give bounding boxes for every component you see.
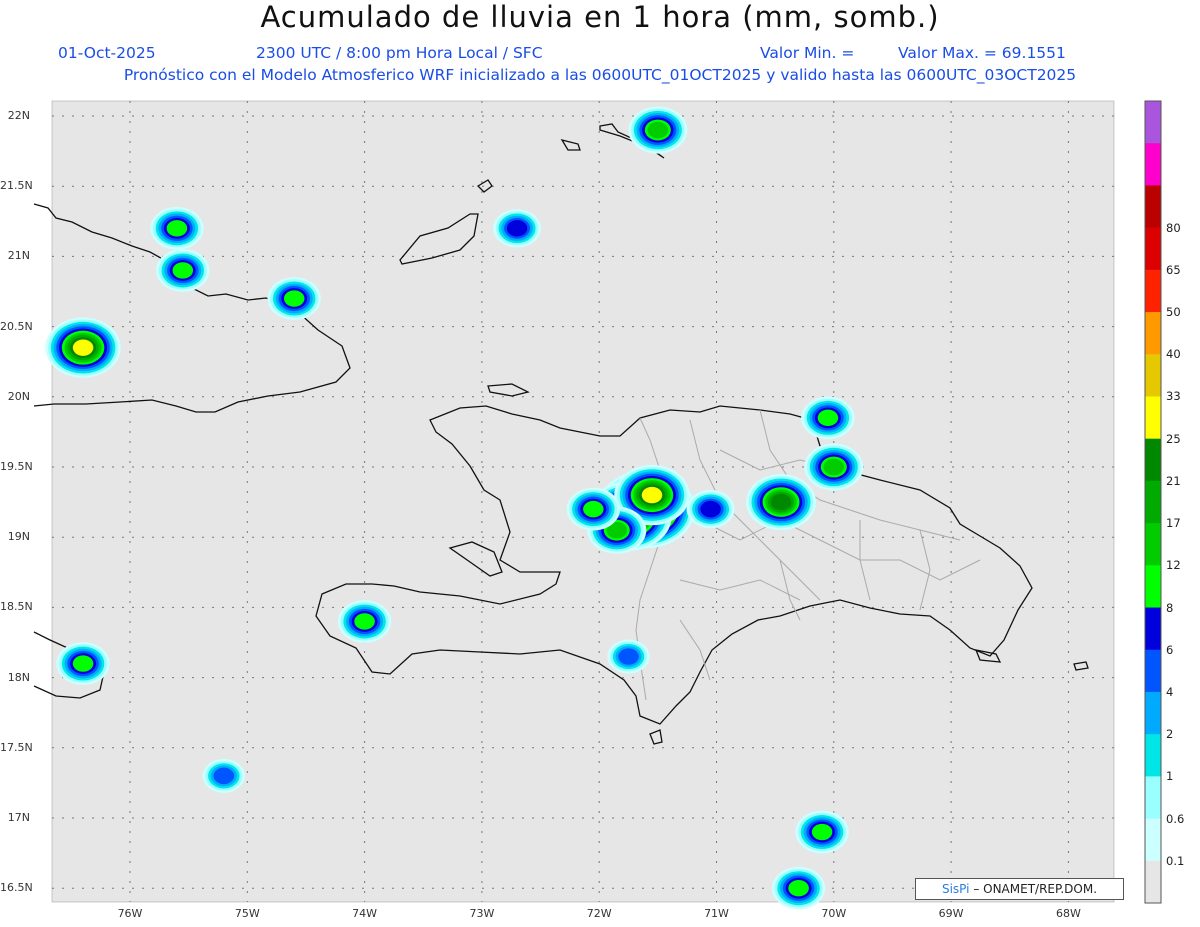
rain-cell-contour [770,493,792,511]
credit-text: – ONAMET/REP.DOM. [973,882,1098,896]
lon-label: 70W [821,907,847,920]
rain-cell-contour [354,613,375,630]
lat-label: 17N [7,811,30,824]
colorbar-label: 1 [1166,769,1174,784]
colorbar-label: 65 [1166,262,1181,277]
colorbar-swatch [1145,776,1161,820]
colorbar-label: 0.1 [1166,853,1185,868]
lat-label: 16.5N [0,881,33,895]
rain-cell-contour [172,262,194,279]
colorbar [1144,100,1162,904]
rain-cell-contour [166,220,188,237]
colorbar-label: 0.6 [1166,811,1185,826]
colorbar-label: 17 [1166,516,1181,531]
lat-label: 20N [7,389,30,403]
colorbar-label: 25 [1166,431,1181,446]
rain-cell-contour [788,880,809,897]
colorbar-label: 12 [1166,558,1181,573]
colorbar-swatch [1145,818,1161,862]
rain-cell-contour [823,458,845,476]
lat-label: 17.5N [0,740,33,754]
rain-cell-contour [213,767,235,785]
rain-cell-contour [506,220,528,237]
colorbar-swatch [1145,269,1161,313]
colorbar-swatch [1145,312,1161,355]
lat-label: 19.5N [0,460,33,473]
colorbar-swatch [1145,227,1161,271]
lon-label: 69W [938,907,964,920]
lon-label: 76W [117,907,143,920]
colorbar-label: 80 [1166,220,1181,235]
lon-label: 68W [1055,907,1081,920]
colorbar-swatch [1145,480,1161,524]
colorbar-swatch [1145,691,1161,735]
colorbar-swatch [1145,734,1161,777]
lon-label: 71W [704,907,729,920]
colorbar-swatch [1145,565,1161,609]
rain-cell-contour [817,409,839,427]
colorbar-swatch [1145,101,1161,144]
lat-label: 20.5N [0,319,33,333]
colorbar-swatch [1145,396,1161,440]
colorbar-swatch [1145,523,1161,566]
rain-cell-contour [283,290,305,307]
lat-label: 21.5N [0,179,33,193]
colorbar-swatch [1145,185,1161,229]
sispi-logo: SisPi [941,882,970,896]
rain-cell-contour [641,486,663,504]
rain-cell-contour [811,823,833,841]
lon-label: 73W [469,907,495,920]
colorbar-swatch [1145,143,1161,186]
colorbar-swatch [1145,649,1161,693]
colorbar-label: 6 [1166,642,1174,657]
colorbar-label: 21 [1166,473,1181,488]
lat-label: 19N [7,530,30,544]
lon-label: 74W [352,907,378,920]
rain-cell-contour [72,655,94,672]
lon-label: 75W [234,907,260,920]
rain-cell-contour [583,500,604,518]
lat-label: 22N [7,109,30,122]
precipitation-map [33,100,1162,910]
rain-cell-contour [647,121,669,139]
colorbar-swatch [1145,860,1161,904]
colorbar-swatch [1145,607,1161,651]
colorbar-swatch [1145,438,1161,482]
colorbar-label: 2 [1166,727,1174,742]
credit-box: SisPi – ONAMET/REP.DOM. [915,878,1124,900]
rain-cell-contour [618,648,639,665]
lat-label: 18.5N [0,600,33,614]
rain-cell-contour [700,500,721,518]
lat-label: 21N [7,249,30,263]
colorbar-label: 4 [1166,684,1174,699]
colorbar-label: 33 [1166,389,1181,404]
rain-cell-contour [72,339,94,356]
colorbar-swatch [1145,354,1161,397]
colorbar-label: 8 [1166,600,1174,615]
colorbar-label: 50 [1166,305,1181,320]
colorbar-label: 40 [1166,347,1181,362]
lon-label: 72W [586,907,612,920]
lat-label: 18N [7,670,30,684]
